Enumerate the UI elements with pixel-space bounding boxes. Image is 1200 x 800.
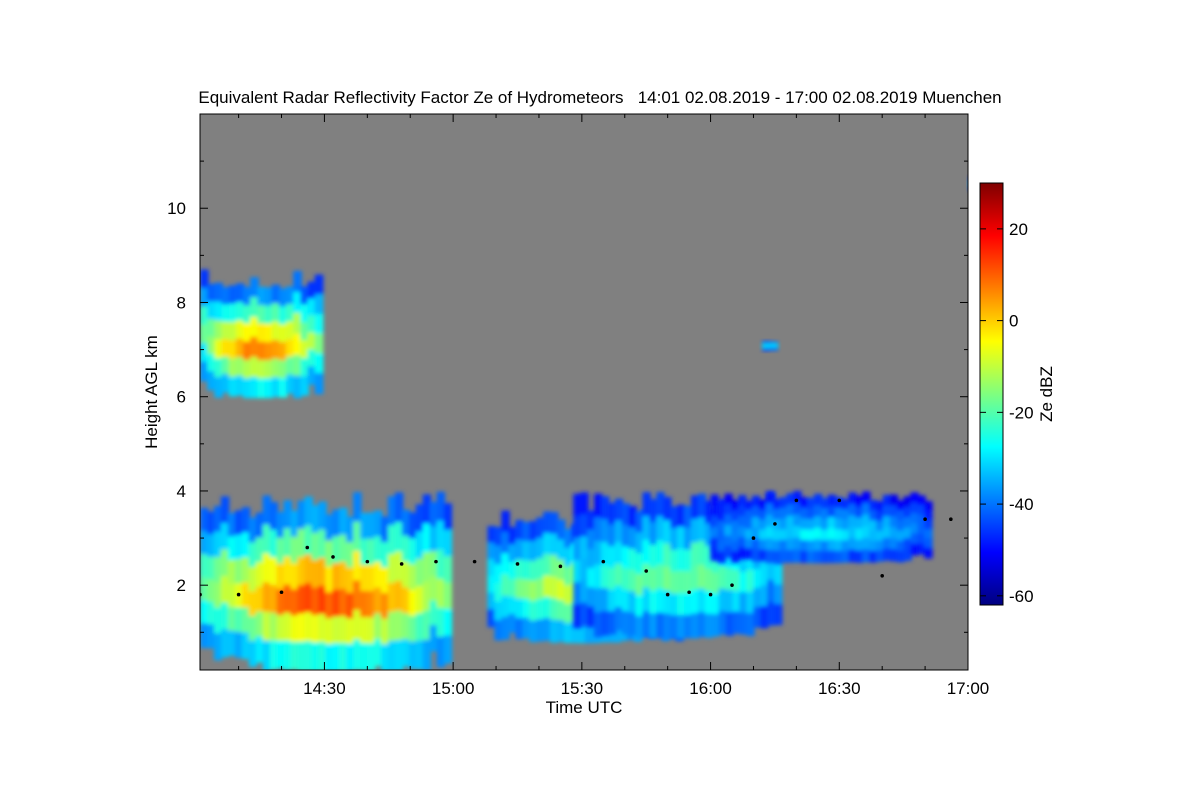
y-tick-label: 10 <box>167 199 186 218</box>
x-tick-label: 15:00 <box>432 679 475 698</box>
cloud-base-point <box>880 573 884 578</box>
x-tick-label: 17:00 <box>947 679 990 698</box>
colorbar-tick-label: -20 <box>1009 403 1034 422</box>
colorbar-tick-label: -40 <box>1009 495 1034 514</box>
y-tick-label: 6 <box>177 388 186 407</box>
cloud-base-point <box>773 522 777 526</box>
colorbar-tick-label: 0 <box>1009 312 1018 331</box>
cloud-base-point <box>365 559 370 564</box>
cloud-base-point <box>949 517 953 522</box>
colorbar-label: Ze dBZ <box>1037 366 1056 422</box>
cloud-base-point <box>794 498 799 503</box>
cloud-base-point <box>687 590 691 595</box>
cloud-base-point <box>558 564 563 569</box>
cloud-base-point <box>751 536 756 540</box>
cloud-base-point <box>515 562 520 566</box>
cloud-base-point <box>837 498 842 503</box>
cloud-base-point <box>331 555 335 559</box>
echo-region <box>200 269 324 399</box>
cloud-base-point <box>472 559 477 564</box>
y-tick-label: 4 <box>177 482 186 501</box>
y-tick-label: 2 <box>177 576 186 595</box>
y-axis-label: Height AGL km <box>142 335 161 449</box>
x-tick-label: 16:00 <box>689 679 732 698</box>
cloud-base-point <box>708 592 713 597</box>
cloud-base-point <box>644 569 649 573</box>
cloud-base-point <box>923 517 927 522</box>
colorbar-tick-label: -60 <box>1009 587 1034 606</box>
echo-region <box>710 490 933 564</box>
colorbar <box>979 182 1004 606</box>
echo-region <box>762 340 779 352</box>
cloud-base-point <box>434 559 438 564</box>
x-tick-label: 14:30 <box>303 679 346 698</box>
cloud-base-point <box>236 592 241 597</box>
y-tick-label: 8 <box>177 293 186 312</box>
radar-reflectivity-chart: 14:30 15:00 15:30 16:00 16:30 17:00 2 4 6 8 10 Ti… <box>142 113 1056 717</box>
cloud-base-point <box>665 592 670 597</box>
cloud-base-point <box>279 590 284 595</box>
cloud-base-point <box>305 545 310 550</box>
cloud-base-point <box>601 559 606 564</box>
x-tick-label: 15:30 <box>561 679 604 698</box>
echo-region <box>200 491 453 670</box>
echo-region <box>968 177 976 191</box>
cloud-base-point <box>399 562 404 566</box>
cloud-base-point <box>730 583 734 587</box>
x-tick-label: 16:30 <box>818 679 861 698</box>
x-axis-label: Time UTC <box>546 698 623 717</box>
colorbar-tick-label: 20 <box>1009 220 1028 239</box>
